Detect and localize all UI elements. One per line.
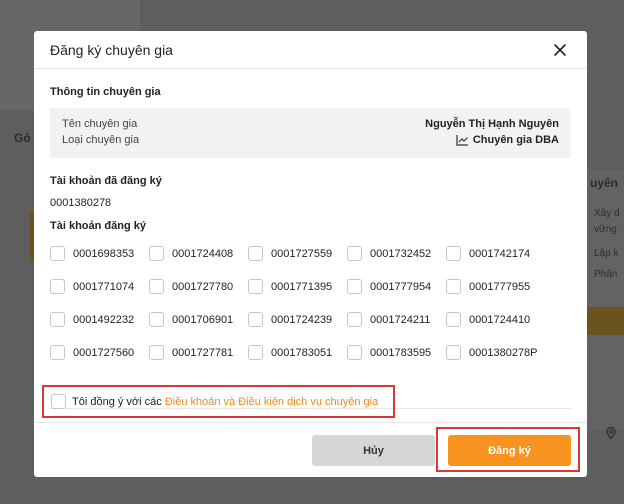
account-label: 0001742174 — [469, 247, 531, 260]
account-checkbox[interactable] — [446, 345, 461, 360]
modal-title: Đăng ký chuyên gia — [50, 41, 173, 58]
account-checkbox[interactable] — [446, 246, 461, 261]
account-checkbox[interactable] — [248, 312, 263, 327]
account-checkbox[interactable] — [446, 312, 461, 327]
registered-account: 0001380278 — [50, 197, 112, 209]
account-option[interactable]: 0001380278P — [446, 345, 538, 360]
account-checkbox[interactable] — [50, 345, 65, 360]
account-checkbox[interactable] — [347, 246, 362, 261]
account-option[interactable]: 0001783051 — [248, 345, 332, 360]
account-option[interactable]: 0001698353 — [50, 246, 134, 261]
account-checkbox[interactable] — [149, 312, 164, 327]
account-label: 0001724239 — [271, 313, 333, 326]
account-label: 0001698353 — [73, 247, 135, 260]
expert-name-value: Nguyễn Thị Hạnh Nguyên — [425, 118, 559, 130]
account-label: 0001771074 — [73, 280, 135, 293]
account-checkbox[interactable] — [50, 279, 65, 294]
account-label: 0001727780 — [172, 280, 234, 293]
close-icon — [554, 43, 566, 56]
background-card-line: Lập k — [594, 248, 619, 259]
account-label: 0001706901 — [172, 313, 234, 326]
location-pin-icon — [604, 426, 618, 440]
account-label: 0001783595 — [370, 346, 432, 359]
cancel-button[interactable]: Hủy — [312, 435, 435, 466]
account-option[interactable]: 0001777955 — [446, 279, 530, 294]
account-option[interactable]: 0001706901 — [149, 312, 233, 327]
account-checkbox[interactable] — [248, 345, 263, 360]
account-option[interactable]: 0001742174 — [446, 246, 530, 261]
register-button[interactable]: Đăng ký — [448, 435, 571, 466]
account-checkbox[interactable] — [248, 246, 263, 261]
trend-chart-icon — [456, 135, 468, 146]
account-label: 0001771395 — [271, 280, 333, 293]
account-label: 0001783051 — [271, 346, 333, 359]
account-option[interactable]: 0001727781 — [149, 345, 233, 360]
account-option[interactable]: 0001724408 — [149, 246, 233, 261]
account-label: 0001732452 — [370, 247, 432, 260]
background-card-line: Phân — [594, 269, 618, 280]
terms-text: Tôi đồng ý với các Điều khoản và Điều ki… — [72, 396, 378, 408]
account-label: 0001724211 — [370, 313, 431, 326]
account-label: 0001724410 — [469, 313, 531, 326]
register-expert-modal: Đăng ký chuyên gia Thông tin chuyên gia … — [34, 31, 587, 477]
account-label: 0001777955 — [469, 280, 531, 293]
account-checkbox[interactable] — [50, 312, 65, 327]
account-label: 0001727781 — [172, 346, 234, 359]
account-option[interactable]: 0001727559 — [248, 246, 332, 261]
expert-name-text: Nguyễn Thị Hạnh Nguyên — [425, 118, 559, 130]
account-checkbox[interactable] — [248, 279, 263, 294]
expert-info-title: Thông tin chuyên gia — [50, 86, 161, 98]
modal-body: Thông tin chuyên gia Tên chuyên gia Loại… — [34, 69, 587, 419]
account-option[interactable]: 0001771074 — [50, 279, 134, 294]
modal-header: Đăng ký chuyên gia — [34, 31, 587, 69]
background-accent-block — [587, 307, 624, 335]
expert-type-label: Loại chuyên gia — [62, 134, 140, 146]
registered-accounts-title: Tài khoản đã đăng ký — [50, 175, 162, 187]
expert-type-value: Chuyên gia DBA — [456, 134, 559, 146]
terms-prefix: Tôi đồng ý với các — [72, 395, 165, 408]
account-checkbox[interactable] — [347, 345, 362, 360]
account-option[interactable]: 0001727780 — [149, 279, 233, 294]
close-button[interactable] — [549, 39, 571, 61]
account-option[interactable]: 0001727560 — [50, 345, 134, 360]
terms-checkbox[interactable] — [51, 394, 66, 409]
account-checkbox[interactable] — [149, 345, 164, 360]
background-card-line: Xây d — [594, 208, 620, 219]
account-option[interactable]: 0001724239 — [248, 312, 332, 327]
account-checkbox[interactable] — [50, 246, 65, 261]
background-card-title: uyên — [590, 176, 619, 190]
account-option[interactable]: 0001732452 — [347, 246, 431, 261]
terms-agreement[interactable]: Tôi đồng ý với các Điều khoản và Điều ki… — [42, 385, 395, 418]
terms-link[interactable]: Điều khoản và Điều kiện dịch vụ chuyên g… — [165, 396, 378, 408]
account-label: 0001777954 — [370, 280, 432, 293]
expert-name-label: Tên chuyên gia — [62, 118, 138, 130]
account-checkbox[interactable] — [347, 279, 362, 294]
account-label: 0001727559 — [271, 247, 333, 260]
footer-divider — [34, 422, 587, 423]
account-checkbox[interactable] — [149, 246, 164, 261]
account-checkbox[interactable] — [446, 279, 461, 294]
background-card-line: vững — [594, 224, 617, 235]
account-label: 0001727560 — [73, 346, 135, 359]
background-heading: Gó — [14, 131, 31, 145]
account-option[interactable]: 0001724410 — [446, 312, 530, 327]
account-label: 0001724408 — [172, 247, 234, 260]
account-option[interactable]: 0001777954 — [347, 279, 431, 294]
account-option[interactable]: 0001771395 — [248, 279, 332, 294]
account-option[interactable]: 0001492232 — [50, 312, 134, 327]
account-option[interactable]: 0001783595 — [347, 345, 431, 360]
account-checkbox[interactable] — [347, 312, 362, 327]
account-label: 0001492232 — [73, 313, 135, 326]
account-checkbox[interactable] — [149, 279, 164, 294]
expert-info-box: Tên chuyên gia Loại chuyên gia Nguyễn Th… — [50, 108, 571, 158]
expert-type-text: Chuyên gia DBA — [472, 134, 559, 146]
register-accounts-title: Tài khoản đăng ký — [50, 220, 146, 232]
account-label: 0001380278P — [469, 346, 538, 359]
account-option[interactable]: 0001724211 — [347, 312, 430, 327]
